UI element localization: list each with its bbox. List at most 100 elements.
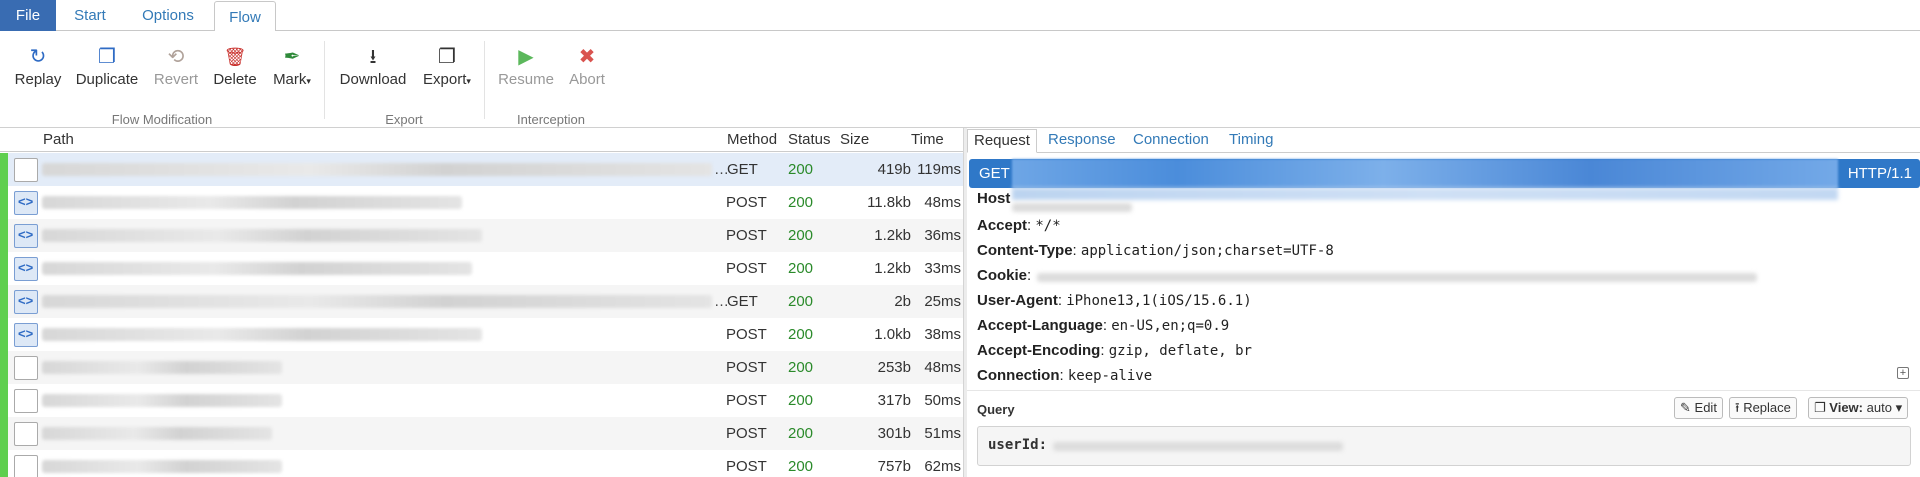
resume-label: Resume: [498, 71, 554, 88]
table-row[interactable]: POST 200 1.2kb 33ms: [0, 252, 963, 285]
row-status: 200: [788, 194, 814, 211]
menu-tab-options[interactable]: Options: [128, 0, 208, 31]
file-icon: [14, 158, 38, 182]
row-method: POST: [726, 194, 767, 211]
column-header-method[interactable]: Method: [727, 131, 777, 148]
header-host: Host: [977, 190, 1011, 207]
table-row[interactable]: POST 200 757b 62ms: [0, 450, 963, 477]
row-status: 200: [788, 326, 814, 343]
mark-button[interactable]: ✒ Mark▾: [270, 43, 314, 88]
column-header-path[interactable]: Path: [43, 131, 74, 148]
row-marker: [0, 186, 8, 219]
duplicate-label: Duplicate: [75, 71, 139, 88]
query-editor[interactable]: userId:: [977, 426, 1911, 466]
view-mode-dropdown[interactable]: ❐ View: auto ▾: [1808, 397, 1909, 419]
trash-icon: 🗑: [223, 47, 247, 67]
ribbon-separator: [324, 41, 325, 119]
group-label-flow-modification: Flow Modification: [111, 112, 213, 127]
download-icon: ⭳: [369, 46, 377, 68]
table-row[interactable]: POST 200 1.0kb 38ms: [0, 318, 963, 351]
expand-icon[interactable]: +: [1897, 367, 1909, 379]
code-icon: [14, 224, 38, 248]
row-size: 1.2kb: [874, 260, 911, 277]
column-header-size[interactable]: Size: [840, 131, 869, 148]
row-method: GET: [727, 293, 758, 310]
host-value-redacted: [1012, 203, 1132, 212]
column-header-status[interactable]: Status: [788, 131, 831, 148]
delete-button[interactable]: 🗑 Delete: [212, 43, 258, 88]
mark-caret-icon: ▾: [306, 76, 311, 86]
replay-button[interactable]: ↻ Replay: [14, 43, 62, 88]
row-size: 2b: [894, 293, 911, 310]
row-marker: [0, 318, 8, 351]
tab-connection[interactable]: Connection: [1133, 131, 1209, 148]
close-icon: ✖: [578, 46, 596, 68]
path-redacted: [42, 196, 462, 209]
tab-timing[interactable]: Timing: [1229, 131, 1273, 148]
row-marker: [0, 285, 8, 318]
tab-request[interactable]: Request: [967, 129, 1037, 153]
table-row[interactable]: POST 200 317b 50ms: [0, 384, 963, 417]
row-size: 757b: [877, 458, 911, 475]
row-time: 38ms: [924, 326, 961, 343]
row-method: POST: [726, 260, 767, 277]
menu-file[interactable]: File: [0, 0, 56, 31]
header-accept: Accept: */*: [977, 217, 1061, 234]
column-header-time[interactable]: Time: [911, 131, 944, 148]
row-marker: [0, 252, 8, 285]
export-icon: ❐: [438, 46, 456, 68]
table-row[interactable]: POST 200 301b 51ms: [0, 417, 963, 450]
row-size: 317b: [877, 392, 911, 409]
paintbrush-icon: ✒: [283, 46, 301, 68]
tab-response[interactable]: Response: [1048, 131, 1116, 148]
menu-tab-start[interactable]: Start: [62, 0, 118, 31]
download-button[interactable]: ⭳ Download: [338, 43, 408, 88]
view-label: View:: [1829, 400, 1863, 415]
replace-label: Replace: [1743, 400, 1791, 415]
path-redacted: [42, 295, 712, 308]
row-size: 419b: [877, 161, 911, 178]
path-redacted: [42, 163, 712, 176]
menu-tab-flow[interactable]: Flow: [214, 1, 276, 32]
table-row[interactable]: POST 200 11.8kb 48ms: [0, 186, 963, 219]
table-row[interactable]: … GET 200 2b 25ms: [0, 285, 963, 318]
row-method: POST: [726, 227, 767, 244]
row-marker: [0, 351, 8, 384]
export-button[interactable]: ❐ Export▾: [420, 43, 474, 88]
flow-detail-pane: Request Response Connection Timing GET H…: [967, 128, 1920, 477]
row-time: 25ms: [924, 293, 961, 310]
row-status: 200: [788, 227, 814, 244]
edit-icon: ✎: [1680, 400, 1691, 415]
export-label: Export: [423, 71, 467, 88]
row-method: GET: [727, 161, 758, 178]
header-user-agent: User-Agent: iPhone13,1(iOS/15.6.1): [977, 292, 1252, 309]
resume-button[interactable]: ▶ Resume: [498, 43, 554, 88]
path-redacted: [42, 427, 272, 440]
file-icon: [14, 356, 38, 380]
row-time: 62ms: [924, 458, 961, 475]
export-caret-icon: ▾: [466, 76, 471, 86]
row-status: 200: [788, 392, 814, 409]
request-method: GET: [979, 165, 1010, 182]
duplicate-button[interactable]: ❐ Duplicate: [74, 43, 140, 88]
menu-bar: File Start Options Flow: [0, 0, 1920, 32]
table-row[interactable]: … GET 200 419b 119ms: [0, 153, 963, 186]
row-size: 301b: [877, 425, 911, 442]
group-label-interception: Interception: [517, 112, 585, 127]
cookie-value-redacted: [1037, 273, 1757, 282]
request-line: GET HTTP/1.1: [969, 159, 1920, 188]
section-divider: [967, 390, 1920, 391]
download-label: Download: [339, 71, 407, 88]
table-row[interactable]: POST 200 253b 48ms: [0, 351, 963, 384]
query-param-value-redacted: [1053, 442, 1343, 451]
row-size: 1.2kb: [874, 227, 911, 244]
flow-table: Path Method Status Size Time … GET 200 4…: [0, 128, 963, 477]
abort-button[interactable]: ✖ Abort: [566, 43, 608, 88]
row-time: 51ms: [924, 425, 961, 442]
row-time: 50ms: [924, 392, 961, 409]
replace-button[interactable]: ⭱ Replace: [1729, 397, 1797, 419]
play-icon: ▶: [518, 46, 534, 68]
edit-button[interactable]: ✎ Edit: [1674, 397, 1723, 419]
revert-button[interactable]: ⟲ Revert: [152, 43, 200, 88]
table-row[interactable]: POST 200 1.2kb 36ms: [0, 219, 963, 252]
